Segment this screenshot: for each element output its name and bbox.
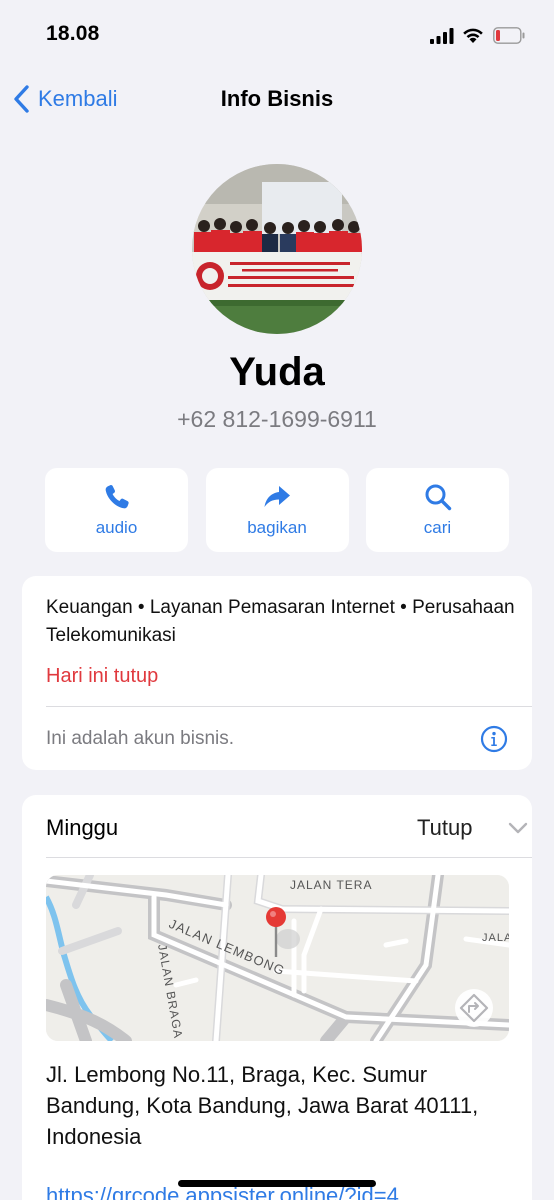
map-view: JALAN TERA JALAN LEMBONG JALAN BRAGA JAL… xyxy=(46,875,509,1041)
share-button[interactable]: bagikan xyxy=(205,468,349,552)
business-info-card: Keuangan • Layanan Pemasaran Internet • … xyxy=(22,576,532,770)
business-categories: Keuangan • Layanan Pemasaran Internet • … xyxy=(46,597,515,646)
home-indicator[interactable] xyxy=(178,1180,376,1187)
action-label-search: cari xyxy=(423,518,452,537)
action-buttons: audio bagikan cari xyxy=(45,468,509,552)
avatar-photo xyxy=(192,164,362,334)
business-address[interactable]: Jl. Lembong No.11, Braga, Kec. Sumur Ban… xyxy=(46,1059,516,1152)
action-label-audio: audio xyxy=(95,518,138,537)
location-map[interactable]: JALAN TERA JALAN LEMBONG JALAN BRAGA JAL… xyxy=(46,875,509,1041)
divider xyxy=(46,706,532,707)
navigation-bar: Kembali Info Bisnis xyxy=(0,76,554,122)
share-arrow-icon xyxy=(264,486,290,507)
map-street-label: JALAN TERA xyxy=(290,878,372,892)
phone-icon xyxy=(105,485,129,509)
status-bar: 18.08 xyxy=(0,0,554,70)
search-button[interactable]: cari xyxy=(366,468,509,552)
contact-phone: +62 812-1699-6911 xyxy=(177,406,377,432)
hours-location-card: Minggu Tutup JALAN TERA JALAN LEMBONG JA… xyxy=(22,795,532,1200)
page-title: Info Bisnis xyxy=(220,86,334,111)
audio-call-button[interactable]: audio xyxy=(45,468,188,552)
divider xyxy=(46,857,532,858)
action-label-share: bagikan xyxy=(247,518,307,537)
search-icon xyxy=(425,484,451,511)
wifi-icon xyxy=(463,28,483,43)
open-status: Hari ini tutup xyxy=(46,665,159,687)
hours-day: Minggu xyxy=(46,815,119,840)
battery-low-icon xyxy=(493,27,525,44)
map-street-label: JALA xyxy=(482,932,509,944)
cellular-signal-icon xyxy=(430,28,454,44)
contact-name: Yuda xyxy=(229,350,325,394)
avatar[interactable] xyxy=(192,164,362,334)
info-icon[interactable] xyxy=(480,725,508,753)
chevron-down-icon[interactable] xyxy=(508,821,528,835)
business-account-note: Ini adalah akun bisnis. xyxy=(46,728,235,749)
status-time: 18.08 xyxy=(46,22,100,45)
hours-status[interactable]: Tutup xyxy=(417,815,472,841)
